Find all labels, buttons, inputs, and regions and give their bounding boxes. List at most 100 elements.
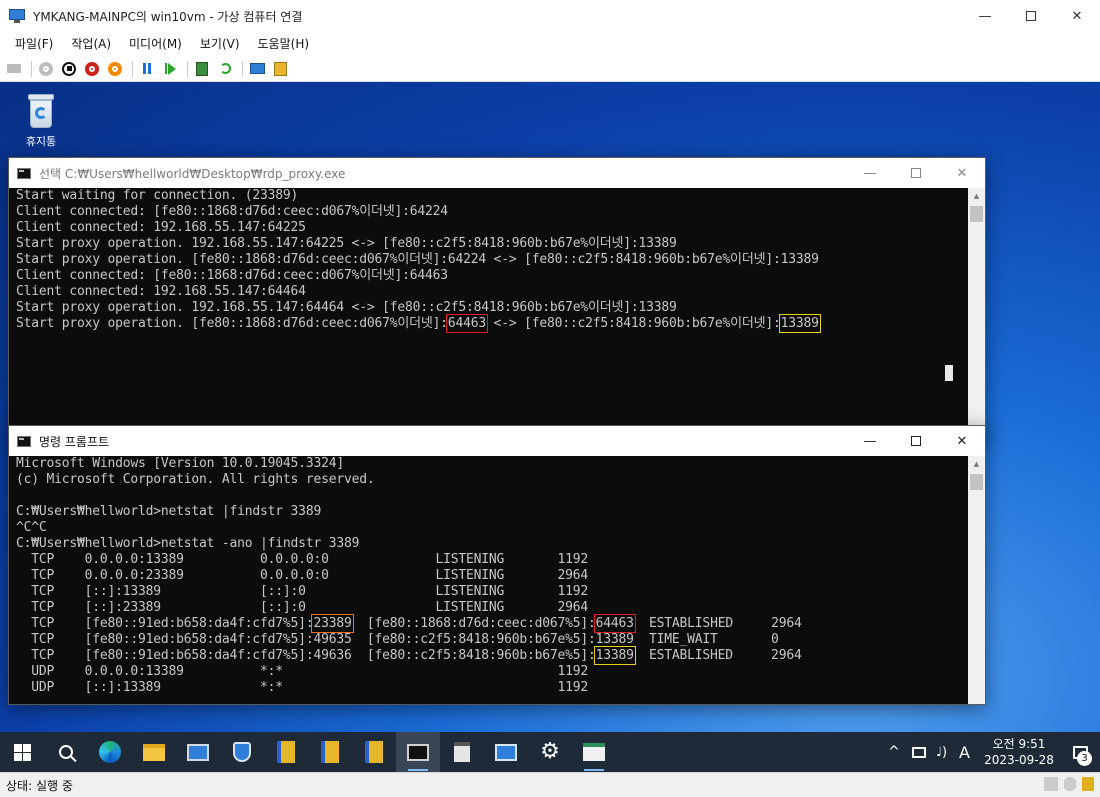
enhanced-session-button[interactable] [249, 61, 265, 77]
cmd-close-button[interactable]: ✕ [939, 426, 985, 456]
start-menu-button[interactable] [0, 732, 44, 772]
search-button[interactable] [44, 732, 88, 772]
console-line: Client connected: [fe80::1868:d76d:ceec:… [16, 204, 448, 219]
netstat-row: UDP [::]:13389 *:* 1192 [16, 680, 588, 695]
cmd-maximize-button[interactable] [893, 426, 939, 456]
taskbar: ⚙ ^ ♩) A 오전 9:51 2023-09-28 3 [0, 732, 1100, 772]
maximize-icon [911, 436, 921, 446]
cmd-window[interactable]: 명령 프롬프트 — ✕ Microsoft Windows [Version 1… [8, 425, 986, 705]
taskbar-powershell-1[interactable] [264, 732, 308, 772]
taskbar-powershell-3[interactable] [352, 732, 396, 772]
turn-off-button[interactable] [61, 61, 77, 77]
cmd-scrollbar[interactable]: ▲ [968, 456, 985, 704]
document-icon [454, 742, 470, 762]
menu-view[interactable]: 보기(V) [191, 32, 249, 56]
netstat-row: UDP 0.0.0.0:13389 *:* 1192 [16, 664, 588, 679]
network-icon[interactable] [911, 746, 926, 758]
taskbar-notepad[interactable] [440, 732, 484, 772]
clock-date: 2023-09-28 [984, 753, 1054, 767]
menu-file[interactable]: 파일(F) [6, 32, 62, 56]
volume-icon[interactable]: ♩) [932, 745, 951, 760]
console-line: ^C^C [16, 520, 47, 535]
close-icon: ✕ [956, 165, 968, 181]
proxy-minimize-button[interactable]: — [847, 158, 893, 188]
menu-action[interactable]: 작업(A) [62, 32, 120, 56]
taskbar-rdp-proxy[interactable] [572, 732, 616, 772]
cmd-minimize-button[interactable]: — [847, 426, 893, 456]
recycle-bin[interactable]: 휴지통 [16, 88, 66, 149]
proxy-scrollbar[interactable]: ▲ [968, 188, 985, 436]
highlight-port-13389: 13389 [593, 646, 636, 665]
checkpoint-button[interactable] [194, 61, 210, 77]
pause-icon [143, 63, 151, 74]
minimize-icon: — [863, 165, 877, 181]
resume-button[interactable] [162, 61, 178, 77]
cmd-console-output: Microsoft Windows [Version 10.0.19045.33… [9, 456, 968, 704]
clock[interactable]: 오전 9:51 2023-09-28 [978, 736, 1060, 768]
vm-desktop: 휴지통 선택 C:₩Users₩hellworld₩Desktop₩rdp_pr… [0, 82, 1100, 732]
console-line: Microsoft Windows [Version 10.0.19045.33… [16, 456, 344, 471]
host-close-button[interactable]: ✕ [1054, 0, 1100, 32]
notification-center-button[interactable]: 3 [1060, 732, 1100, 772]
scroll-thumb[interactable] [970, 206, 983, 222]
host-maximize-button[interactable] [1008, 0, 1054, 32]
console-line: Start proxy operation. [fe80::1868:d76d:… [16, 252, 819, 267]
console-line-highlighted: Start proxy operation. [fe80::1868:d76d:… [16, 314, 821, 333]
script-icon [365, 741, 383, 763]
input-language-indicator[interactable]: A [951, 743, 978, 762]
taskbar-powershell-2[interactable] [308, 732, 352, 772]
chevron-up-icon[interactable]: ^ [882, 744, 906, 760]
checkpoint-icon [196, 61, 208, 76]
rdp-proxy-window[interactable]: 선택 C:₩Users₩hellworld₩Desktop₩rdp_proxy.… [8, 157, 986, 437]
proxy-close-button[interactable]: ✕ [939, 158, 985, 188]
taskbar-command-prompt[interactable] [396, 732, 440, 772]
scroll-thumb[interactable] [970, 474, 983, 490]
highlight-port-13389: 13389 [778, 314, 821, 333]
clock-time: 오전 9:51 [992, 737, 1046, 751]
vm-status-text: 상태: 실행 중 [6, 778, 73, 793]
script-icon [321, 741, 339, 763]
stop-icon [62, 61, 76, 76]
recycle-bin-label: 휴지통 [25, 135, 57, 148]
menu-help[interactable]: 도움말(H) [249, 32, 319, 56]
console-line: (c) Microsoft Corporation. All rights re… [16, 472, 375, 487]
taskbar-remote-desktop[interactable] [176, 732, 220, 772]
vm-monitor-icon [495, 743, 517, 761]
netstat-row: TCP [fe80::91ed:b658:da4f:cfd7%5]:49635 … [16, 632, 779, 647]
start-button[interactable] [38, 61, 54, 77]
taskbar-file-explorer[interactable] [132, 732, 176, 772]
scroll-up-icon[interactable]: ▲ [968, 456, 985, 473]
recycle-bin-icon [26, 92, 56, 130]
console-line: Start proxy operation. 192.168.55.147:64… [16, 300, 677, 315]
taskbar-security[interactable] [220, 732, 264, 772]
lock-icon [1082, 777, 1094, 791]
netstat-row: TCP [::]:13389 [::]:0 LISTENING 1192 [16, 584, 588, 599]
cmd-title: 명령 프롬프트 [39, 434, 110, 449]
taskbar-edge[interactable] [88, 732, 132, 772]
menu-media[interactable]: 미디어(M) [120, 32, 191, 56]
power-button[interactable] [107, 61, 123, 77]
shutdown-button[interactable] [84, 61, 100, 77]
rdp-proxy-titlebar[interactable]: 선택 C:₩Users₩hellworld₩Desktop₩rdp_proxy.… [9, 158, 985, 188]
proxy-maximize-button[interactable] [893, 158, 939, 188]
remote-desktop-icon [187, 743, 209, 761]
taskbar-vm-manager[interactable] [484, 732, 528, 772]
pause-button[interactable] [139, 61, 155, 77]
taskbar-settings[interactable]: ⚙ [528, 732, 572, 772]
console-line: Start proxy operation. 192.168.55.147:64… [16, 236, 677, 251]
host-statusbar: 상태: 실행 중 [0, 772, 1100, 797]
console-line: C:₩Users₩hellworld>netstat -ano |findstr… [16, 536, 360, 551]
cmd-titlebar[interactable]: 명령 프롬프트 — ✕ [9, 426, 985, 456]
host-minimize-button[interactable]: — [962, 0, 1008, 32]
mouse-status-icon [1064, 777, 1076, 791]
power-icon [108, 61, 122, 76]
console-cursor [945, 365, 953, 381]
revert-button[interactable] [217, 61, 233, 77]
ctrl-alt-del-button[interactable] [6, 61, 22, 77]
host-toolbar [0, 56, 1100, 82]
netstat-row-established: TCP [fe80::91ed:b658:da4f:cfd7%5]:23389 … [16, 614, 802, 633]
host-titlebar: YMKANG-MAINPC의 win10vm - 가상 컴퓨터 연결 — ✕ [0, 0, 1100, 32]
scroll-up-icon[interactable]: ▲ [968, 188, 985, 205]
share-button[interactable] [272, 61, 288, 77]
